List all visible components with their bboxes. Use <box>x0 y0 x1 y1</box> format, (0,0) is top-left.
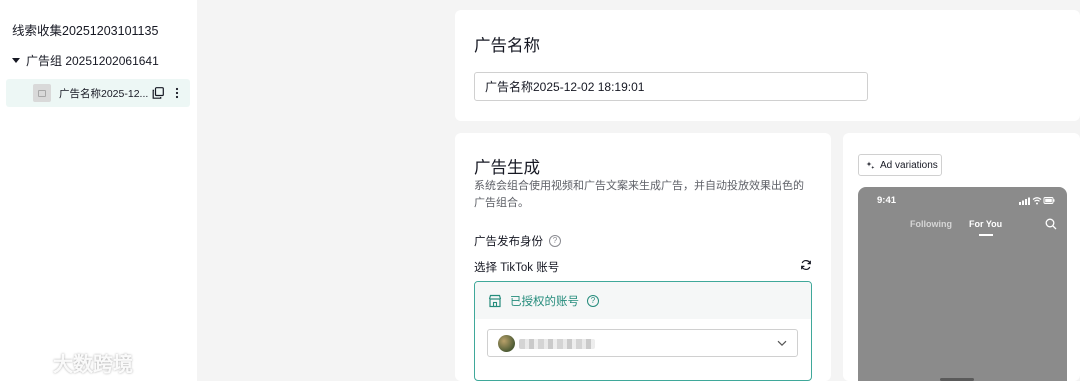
caret-down-icon[interactable] <box>12 57 20 63</box>
ad-generation-title: 广告生成 <box>474 159 540 177</box>
campaign-title[interactable]: 线索收集20251203101135 <box>12 20 158 39</box>
ad-preview-card: Ad variations 9:41 Following For You <box>843 133 1080 381</box>
help-icon[interactable]: ? <box>549 235 561 247</box>
phone-time: 9:41 <box>877 195 897 206</box>
identity-label-row: 广告发布身份 ? <box>474 233 561 249</box>
help-icon[interactable]: ? <box>587 294 599 307</box>
authorized-accounts-header: 已授权的账号 ? <box>475 282 811 319</box>
ad-item-row[interactable]: 广告名称2025-12... <box>6 79 190 107</box>
ad-generation-description: 系统会组合使用视频和广告文案来生成广告，并自动投放效果出色的广告组合。 <box>474 180 804 209</box>
ad-name-title: 广告名称 <box>474 37 540 55</box>
identity-label: 广告发布身份 <box>474 236 543 248</box>
more-vertical-icon[interactable] <box>174 87 180 99</box>
tab-underline <box>979 234 993 236</box>
tiktok-account-select[interactable] <box>487 329 798 357</box>
search-icon <box>1045 218 1057 230</box>
account-name-blurred <box>519 339 595 349</box>
ad-variations-label: Ad variations <box>880 159 938 171</box>
store-icon <box>488 294 502 307</box>
copy-icon[interactable] <box>152 87 164 99</box>
select-tiktok-label: 选择 TikTok 账号 <box>474 262 560 274</box>
status-bar-icons <box>1019 197 1055 205</box>
ad-variations-button[interactable]: Ad variations <box>858 154 942 176</box>
tab-for-you: For You <box>969 219 1003 229</box>
ad-thumbnail-icon <box>33 84 51 102</box>
authorized-accounts-panel: 已授权的账号 ? <box>474 281 812 381</box>
tab-following: Following <box>910 219 952 229</box>
refresh-icon[interactable] <box>800 259 812 271</box>
ad-name-card: 广告名称 <box>455 10 1080 121</box>
sidebar: 线索收集20251203101135 广告组 20251202061641 广告… <box>0 0 197 381</box>
watermark-text: 大数跨境 <box>53 354 133 376</box>
ad-group-label: 广告组 20251202061641 <box>26 53 159 68</box>
sparkle-icon <box>866 161 875 169</box>
account-avatar <box>498 335 515 352</box>
authorized-accounts-label: 已授权的账号 <box>510 295 579 308</box>
watermark: 大数跨境 <box>8 348 133 377</box>
ad-item-label: 广告名称2025-12... <box>59 87 149 100</box>
watermark-logo-icon <box>9 351 44 371</box>
chevron-down-icon[interactable] <box>777 340 787 347</box>
ad-group-row[interactable]: 广告组 20251202061641 <box>12 52 159 68</box>
ad-name-input[interactable] <box>474 72 868 101</box>
ad-generation-card: 广告生成 系统会组合使用视频和广告文案来生成广告，并自动投放效果出色的广告组合。… <box>455 133 831 381</box>
phone-preview: 9:41 Following For You <box>858 187 1067 381</box>
